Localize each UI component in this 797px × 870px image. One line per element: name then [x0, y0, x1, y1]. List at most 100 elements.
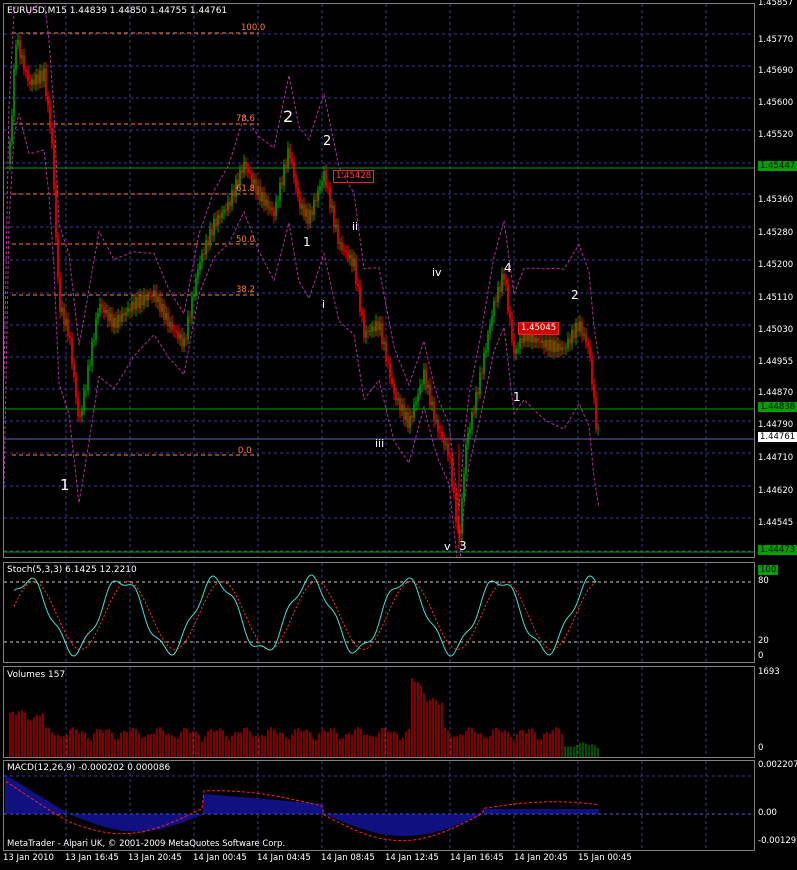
candle-body — [143, 294, 145, 306]
wave-label-iv: iv — [432, 266, 442, 279]
candle-body — [501, 274, 503, 292]
wave-label-1-mid: 1 — [303, 235, 311, 249]
candle-body — [417, 394, 419, 402]
price-tick: 1.45600 — [758, 98, 794, 108]
candle-body — [109, 313, 111, 321]
candle-body — [499, 286, 501, 292]
candle-body — [409, 415, 411, 428]
macd-canvas[interactable] — [4, 761, 755, 851]
chart-title: EURUSD,M15 1.44839 1.44850 1.44755 1.447… — [7, 6, 228, 16]
candle-body — [23, 55, 25, 70]
fib-label-500: 50.0 — [236, 235, 255, 245]
candle-body — [181, 334, 183, 347]
candle-body — [57, 237, 59, 278]
candle-body — [351, 254, 353, 267]
volumes-scale: 1693 0 — [755, 666, 797, 758]
candle-body — [27, 71, 29, 81]
bid-price-badge: 1.44761 — [758, 432, 797, 442]
candle-body — [105, 309, 107, 313]
candle-body — [535, 337, 537, 343]
stochastic-panel[interactable]: Stoch(5,3,3) 6.1425 12.2210 — [3, 562, 755, 663]
stoch-main-line — [13, 574, 597, 657]
candle-body — [107, 309, 109, 321]
candle-body — [563, 347, 565, 349]
candle-body — [211, 228, 213, 236]
candle-body — [411, 415, 413, 418]
time-label: 15 Jan 00:45 — [578, 853, 632, 863]
candle-body — [405, 412, 407, 420]
candle-body — [245, 161, 247, 169]
candle-body — [103, 307, 105, 313]
fib-label-786: 78.6 — [236, 114, 255, 124]
candle-body — [219, 215, 221, 219]
candle-body — [401, 404, 403, 411]
candle-body — [345, 250, 347, 253]
candle-body — [217, 215, 219, 226]
candle-body — [537, 337, 539, 342]
candle-body — [73, 364, 75, 377]
candle-body — [505, 279, 507, 285]
candle-body — [481, 372, 483, 374]
candle-body — [555, 340, 557, 352]
candle-body — [549, 339, 551, 351]
stoch-tick: 0 — [758, 651, 764, 661]
price-tick: 1.45110 — [758, 293, 794, 303]
price-chart-canvas[interactable] — [4, 4, 755, 558]
lower-band — [4, 113, 600, 557]
candle-body — [517, 348, 519, 350]
volumes-canvas[interactable] — [4, 667, 755, 758]
copyright-text: MetaTrader - Alpari UK, © 2001-2009 Meta… — [7, 839, 286, 849]
candle-body — [445, 443, 447, 445]
price-tick: 1.45200 — [758, 260, 794, 270]
candle-body — [469, 428, 471, 434]
candle-body — [339, 242, 341, 244]
candle-body — [87, 365, 89, 390]
candle-body — [461, 498, 463, 534]
candle-body — [385, 341, 387, 362]
candle-body — [485, 349, 487, 353]
candle-body — [387, 361, 389, 363]
stochastic-canvas[interactable] — [4, 563, 755, 663]
wave-label-2-right: 2 — [571, 288, 579, 302]
candle-body — [249, 172, 251, 174]
candle-body — [307, 208, 309, 224]
candle-body — [231, 190, 233, 207]
candle-body — [433, 401, 435, 421]
fib-label-0: 0.0 — [238, 446, 252, 456]
candle-body — [229, 201, 231, 207]
candle-body — [327, 187, 329, 189]
candle-body — [291, 158, 293, 163]
candle-body — [259, 186, 261, 202]
candle-body — [355, 258, 357, 284]
candle-body — [171, 322, 173, 330]
candle-body — [509, 310, 511, 319]
candle-body — [419, 385, 421, 395]
candle-body — [153, 290, 155, 297]
candle-body — [449, 456, 451, 458]
price-chart-panel[interactable]: EURUSD,M15 1.44839 1.44850 1.44755 1.447… — [3, 3, 755, 558]
candle-body — [287, 148, 289, 168]
candle-body — [315, 199, 317, 202]
candle-body — [493, 301, 495, 316]
candle-body — [101, 304, 103, 308]
macd-tick: -0.00129 — [758, 836, 797, 846]
candle-body — [397, 398, 399, 401]
volumes-panel[interactable]: Volumes 157 — [3, 666, 755, 758]
candle-body — [395, 393, 397, 401]
candle-body — [425, 369, 427, 388]
candle-body — [83, 390, 85, 411]
candle-body — [547, 339, 549, 351]
price-scale[interactable]: 1.45857 1.45770 1.45690 1.45600 1.45520 … — [755, 0, 797, 558]
candle-body — [41, 70, 43, 82]
candle-body — [215, 218, 217, 226]
volumes-title: Volumes 157 — [7, 670, 66, 680]
macd-panel[interactable]: MACD(12,26,9) -0.000202 0.000086 MetaTra… — [3, 760, 755, 851]
candle-body — [543, 340, 545, 348]
stoch-tick: 80 — [758, 576, 769, 586]
candle-body — [595, 397, 597, 429]
candle-body — [541, 340, 543, 343]
candle-body — [205, 240, 207, 255]
candle-body — [435, 419, 437, 421]
candle-body — [151, 295, 153, 297]
candle-body — [77, 397, 79, 416]
